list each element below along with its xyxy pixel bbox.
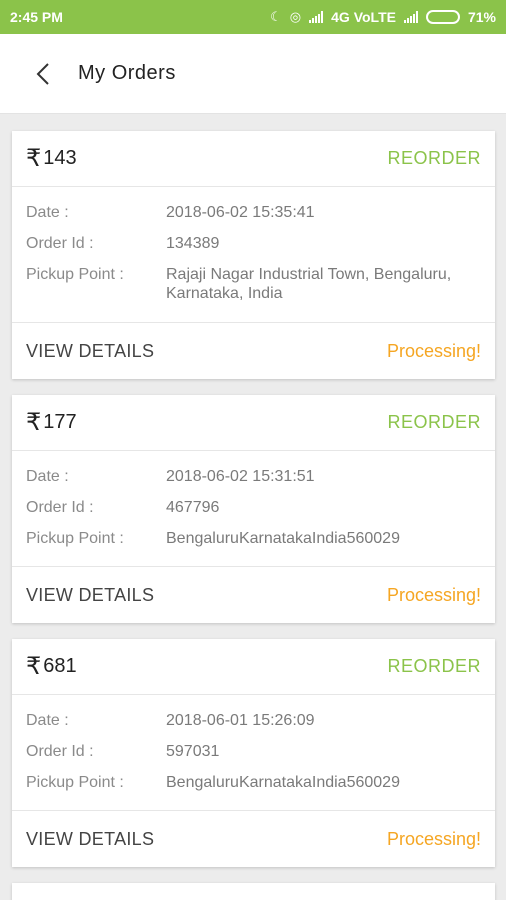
order-id-label: Order Id : (26, 235, 94, 252)
status-icons: ☾ ◎ 4G VoLTE 71% (270, 9, 496, 25)
date-row: Date : 2018-06-02 15:31:51 (26, 467, 481, 486)
pickup-row: Pickup Point : BengaluruKarnatakaIndia56… (26, 529, 481, 548)
order-id-row: Order Id : 597031 (26, 742, 481, 761)
order-header: ₹ 177 REORDER (12, 395, 495, 451)
pickup-label: Pickup Point : (26, 774, 124, 791)
network-label: 4G VoLTE (331, 9, 396, 25)
status-bar: 2:45 PM ☾ ◎ 4G VoLTE 71% (0, 0, 506, 34)
order-id-label: Order Id : (26, 499, 94, 516)
moon-icon: ☾ (270, 9, 282, 24)
order-details: Date : 2018-06-01 15:26:09 Order Id : 59… (12, 695, 495, 811)
chevron-left-icon (36, 62, 49, 85)
pickup-row: Pickup Point : BengaluruKarnatakaIndia56… (26, 773, 481, 792)
view-details-button[interactable]: VIEW DETAILS (26, 585, 154, 606)
battery-icon (425, 10, 460, 24)
pickup-row: Pickup Point : Rajaji Nagar Industrial T… (26, 265, 481, 303)
date-label: Date : (26, 468, 69, 485)
order-status: Processing! (386, 828, 481, 849)
date-row: Date : 2018-06-01 15:26:09 (26, 711, 481, 730)
view-details-button[interactable]: VIEW DETAILS (26, 829, 154, 850)
order-header: ₹ 143 REORDER (12, 131, 495, 187)
order-header: ₹ 681 REORDER (12, 639, 495, 695)
date-value: 2018-06-02 15:31:51 (166, 468, 315, 485)
order-id-value: 467796 (166, 499, 220, 516)
order-amount: ₹ 177 (26, 408, 77, 437)
order-id-label: Order Id : (26, 743, 94, 760)
rupee-icon: ₹ (26, 653, 42, 680)
pickup-value: Rajaji Nagar Industrial Town, Bengaluru,… (166, 266, 452, 302)
date-row: Date : 2018-06-02 15:35:41 (26, 203, 481, 222)
rupee-icon: ₹ (26, 145, 42, 172)
order-details: Date : 2018-06-02 15:31:51 Order Id : 46… (12, 451, 495, 567)
amount-value: 177 (43, 411, 77, 433)
order-amount: ₹ 681 (26, 652, 77, 681)
order-card-partial (12, 883, 495, 900)
signal-icon (309, 11, 324, 23)
amount-value: 143 (43, 147, 77, 169)
page-title: My Orders (78, 62, 176, 84)
status-time: 2:45 PM (10, 9, 63, 25)
orders-list: ₹ 143 REORDER Date : 2018-06-02 15:35:41… (12, 131, 495, 900)
order-id-row: Order Id : 134389 (26, 234, 481, 253)
order-footer: VIEW DETAILS Processing! (12, 567, 495, 623)
amount-value: 681 (43, 655, 77, 677)
app-bar: My Orders (0, 34, 506, 114)
order-footer: VIEW DETAILS Processing! (12, 811, 495, 867)
date-value: 2018-06-01 15:26:09 (166, 712, 315, 729)
signal-icon-2 (403, 11, 418, 23)
rupee-icon: ₹ (26, 409, 42, 436)
date-label: Date : (26, 204, 69, 221)
pickup-label: Pickup Point : (26, 266, 124, 283)
pickup-value: BengaluruKarnatakaIndia560029 (166, 530, 400, 547)
reorder-button[interactable]: REORDER (387, 656, 481, 677)
battery-percent: 71% (467, 9, 496, 25)
reorder-button[interactable]: REORDER (387, 412, 481, 433)
order-card: ₹ 177 REORDER Date : 2018-06-02 15:31:51… (12, 395, 495, 623)
order-id-value: 597031 (166, 743, 220, 760)
order-status: Processing! (386, 340, 481, 361)
reorder-button[interactable]: REORDER (387, 148, 481, 169)
pickup-label: Pickup Point : (26, 530, 124, 547)
date-value: 2018-06-02 15:35:41 (166, 204, 315, 221)
order-id-row: Order Id : 467796 (26, 498, 481, 517)
order-card: ₹ 143 REORDER Date : 2018-06-02 15:35:41… (12, 131, 495, 379)
order-footer: VIEW DETAILS Processing! (12, 323, 495, 379)
date-label: Date : (26, 712, 69, 729)
pickup-value: BengaluruKarnatakaIndia560029 (166, 774, 400, 791)
order-details: Date : 2018-06-02 15:35:41 Order Id : 13… (12, 187, 495, 323)
back-button[interactable] (28, 59, 58, 89)
view-details-button[interactable]: VIEW DETAILS (26, 341, 154, 362)
hotspot-icon: ◎ (289, 9, 302, 24)
order-status: Processing! (386, 584, 481, 605)
order-id-value: 134389 (166, 235, 220, 252)
order-amount: ₹ 143 (26, 144, 77, 173)
order-card: ₹ 681 REORDER Date : 2018-06-01 15:26:09… (12, 639, 495, 867)
